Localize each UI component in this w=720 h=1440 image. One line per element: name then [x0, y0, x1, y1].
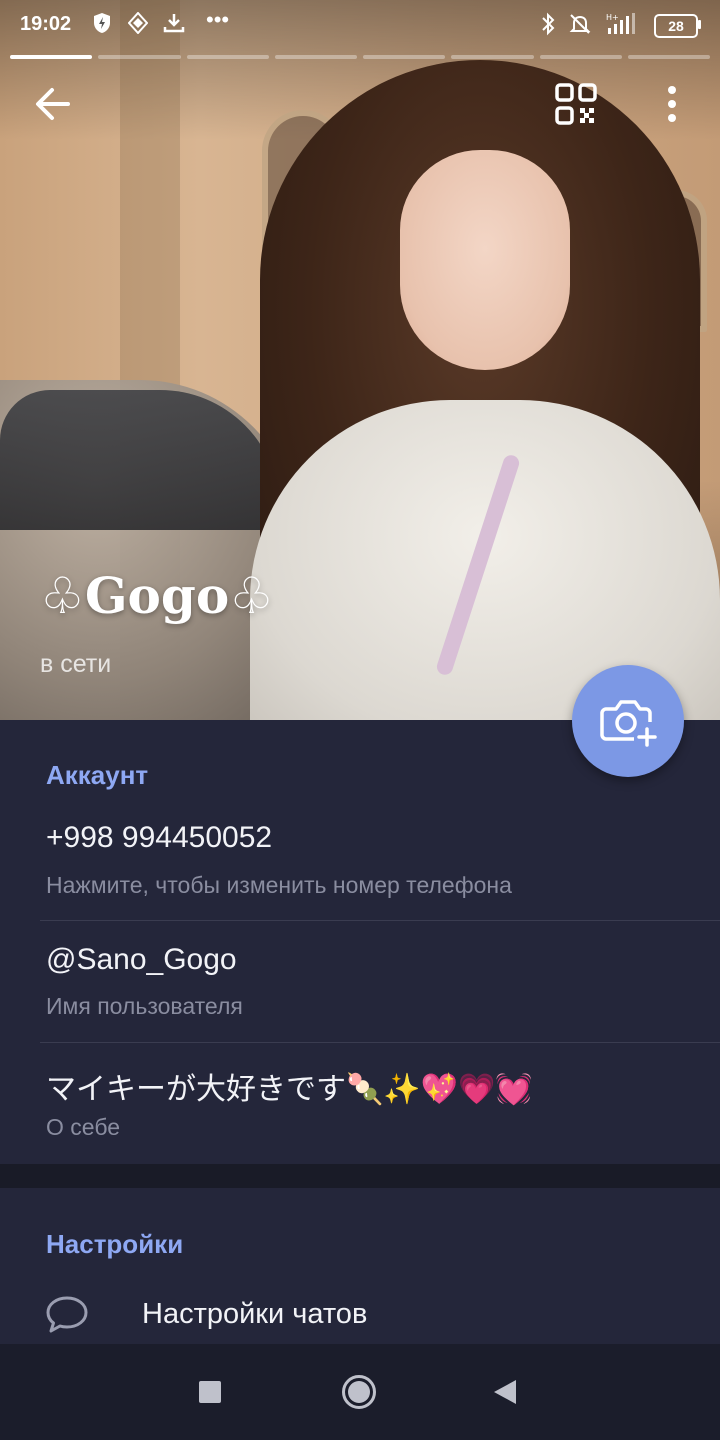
photo-progress-segment: [274, 55, 357, 59]
back-button[interactable]: [30, 82, 80, 126]
battery-icon: 28: [654, 14, 698, 38]
phone-number: +998 994450052: [46, 821, 273, 854]
username-hint: Имя пользователя: [46, 993, 243, 1019]
photo-progress-bar: [10, 55, 710, 59]
person-face: [400, 150, 570, 370]
shield-icon: [92, 12, 112, 40]
profile-name: ♧Gogo♧: [40, 566, 275, 625]
photo-progress-segment: [98, 55, 181, 59]
mute-bell-icon: [568, 12, 592, 42]
arrow-left-icon: [36, 88, 70, 120]
bio-text: マイキーが大好きです🍡✨💖💗💓: [46, 1073, 533, 1106]
back-triangle-icon[interactable]: [494, 1380, 516, 1404]
photo-progress-segment: [186, 55, 269, 59]
divider: [40, 920, 720, 921]
more-dots-icon: •••: [206, 7, 230, 32]
recent-apps-square-icon[interactable]: [199, 1381, 221, 1403]
home-circle-inner: [348, 1381, 370, 1403]
download-icon: [163, 12, 185, 40]
account-section-title: Аккаунт: [46, 760, 149, 790]
car-background: [0, 390, 280, 530]
divider: [40, 1042, 720, 1043]
photo-progress-segment: [539, 55, 622, 59]
username: @Sano_Gogo: [46, 943, 237, 976]
signal-icon: H+: [606, 12, 640, 42]
settings-item-label: Настройки чатов: [142, 1298, 368, 1330]
qr-code-button[interactable]: [552, 80, 600, 128]
bluetooth-icon: [540, 12, 556, 42]
bio-hint: О себе: [46, 1114, 121, 1140]
phone-number-hint: Нажмите, чтобы изменить номер телефона: [46, 872, 512, 898]
kebab-menu-icon: [668, 86, 676, 122]
chat-bubble-icon: [44, 1294, 90, 1336]
battery-tip: [698, 20, 701, 29]
more-options-button[interactable]: [652, 80, 692, 128]
svg-text:H+: H+: [606, 13, 619, 22]
set-photo-button[interactable]: [572, 665, 684, 777]
qr-code-icon: [555, 83, 597, 125]
sim-icon: [127, 11, 149, 40]
photo-progress-segment: [627, 55, 710, 59]
add-photo-camera-icon: [600, 700, 657, 747]
photo-progress-segment: [451, 55, 534, 59]
photo-progress-segment: [363, 55, 446, 59]
settings-section-title: Настройки: [46, 1229, 184, 1259]
section-separator: [0, 1164, 720, 1188]
status-time: 19:02: [20, 13, 72, 35]
profile-online-status: в сети: [40, 650, 112, 678]
status-bar: 19:02 ••• H+ 28: [0, 0, 720, 50]
photo-progress-segment: [10, 55, 93, 59]
